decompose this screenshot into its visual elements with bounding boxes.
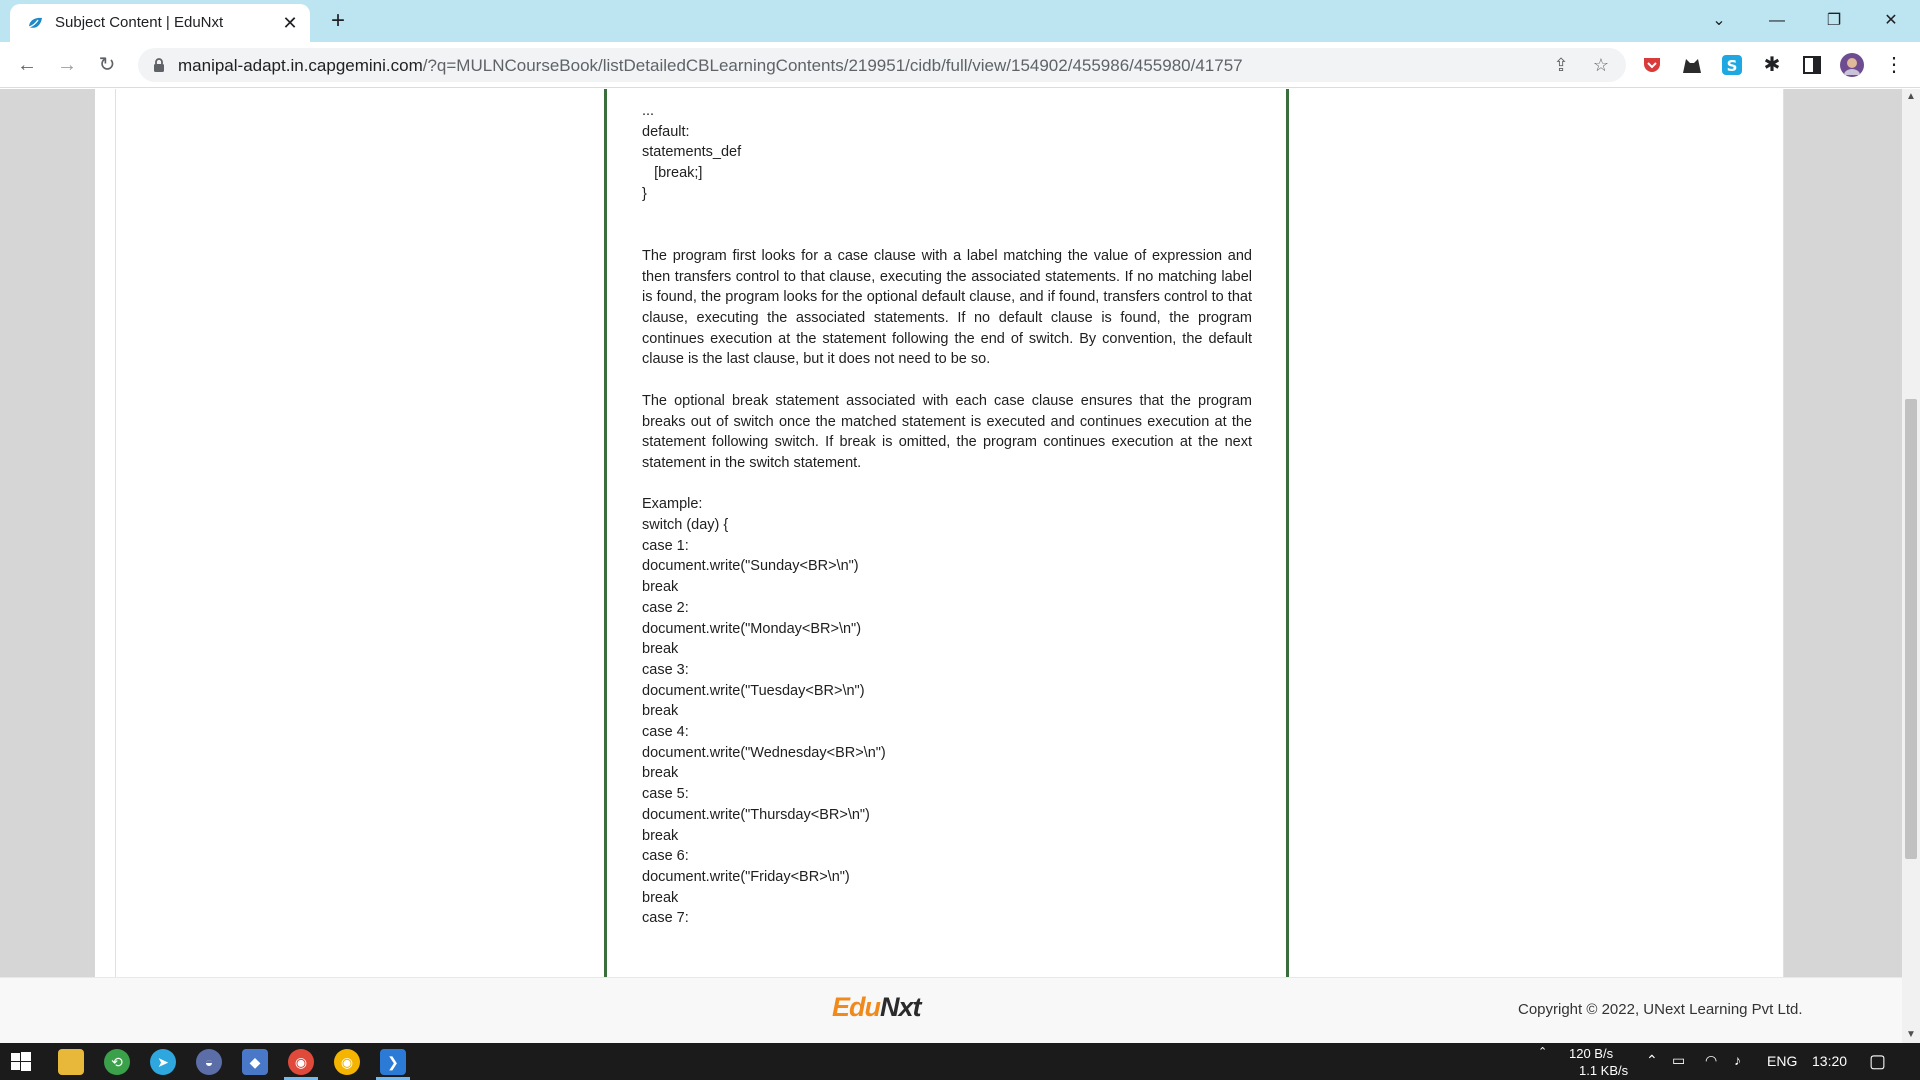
green-app-icon[interactable]: ⟲: [104, 1049, 130, 1075]
close-window-icon[interactable]: ✕: [1876, 6, 1906, 36]
windows-start-icon[interactable]: [8, 1049, 34, 1075]
pocket-extension-icon[interactable]: [1640, 53, 1664, 77]
example-code-line: switch (day) {: [642, 517, 729, 533]
windows-taskbar: ⟲ ➤ ◒ ◆ ◉ ◉ ❯ ⌃ 120 B/s 1.1 KB/s ⌃ ▭ ◠ ♪…: [0, 1043, 1920, 1080]
app-icon[interactable]: ◒: [196, 1049, 222, 1075]
vertical-scrollbar[interactable]: ▲ ▼: [1902, 89, 1920, 1043]
bookmark-star-icon[interactable]: ☆: [1590, 54, 1612, 76]
language-indicator[interactable]: ENG: [1767, 1053, 1797, 1069]
example-code-line: break: [642, 641, 679, 658]
example-code-line: document.write("Thursday<BR>\n"): [642, 806, 870, 823]
code-line: }: [642, 185, 647, 202]
edunxt-logo[interactable]: EduNxt: [832, 992, 922, 1023]
example-code-line: break: [642, 579, 679, 596]
copyright-text: Copyright © 2022, UNext Learning Pvt Ltd…: [1518, 1001, 1803, 1018]
extensions-puzzle-icon[interactable]: ✱: [1758, 51, 1786, 79]
back-icon[interactable]: ←: [13, 51, 41, 79]
forward-icon[interactable]: →: [53, 51, 81, 79]
example-code-line: case 7:: [642, 910, 689, 927]
example-code-line: break: [642, 889, 679, 906]
example-code-line: case 3:: [642, 661, 689, 678]
chrome-profile-icon[interactable]: ◉: [334, 1049, 360, 1075]
paragraph-1: The program first looks for a case claus…: [642, 247, 1252, 368]
tray-chevron-up-icon[interactable]: ⌃: [1538, 1045, 1547, 1058]
example-code-line: document.write("Monday<BR>\n"): [642, 620, 862, 637]
tab-strip: Subject Content | EduNxt ✕ + ⌄ — ❐ ✕: [0, 0, 1920, 42]
scroll-down-icon[interactable]: ▼: [1902, 1027, 1920, 1043]
example-code-line: document.write("Sunday<BR>\n"): [642, 558, 859, 575]
s-extension-icon[interactable]: S: [1720, 53, 1744, 77]
edunxt-favicon-icon: [28, 17, 42, 28]
example-code-block: switch (day) { case 1: document.write("Sun…: [642, 515, 1252, 929]
page-gutter-right: [1784, 89, 1902, 977]
example-code-line: case 2:: [642, 599, 689, 616]
show-hidden-icons[interactable]: ⌃: [1646, 1052, 1658, 1069]
card-inner: ... default: statements_def [break;]} The …: [115, 89, 1784, 977]
code-line: default:: [642, 123, 690, 140]
wifi-icon[interactable]: ◠: [1705, 1052, 1717, 1069]
code-block-top: ... default: statements_def [break;]}: [642, 101, 1252, 205]
3d-box-icon[interactable]: ◆: [242, 1049, 268, 1075]
side-panel-icon[interactable]: [1800, 53, 1824, 77]
reload-icon[interactable]: ↻: [93, 51, 121, 79]
file-explorer-icon[interactable]: [58, 1049, 84, 1075]
battery-icon[interactable]: ▭: [1672, 1052, 1685, 1069]
volume-icon[interactable]: ♪: [1734, 1052, 1741, 1068]
example-code-line: document.write("Wednesday<BR>\n"): [642, 744, 886, 761]
telegram-icon[interactable]: ➤: [150, 1049, 176, 1075]
share-icon[interactable]: ⇪: [1550, 54, 1572, 76]
scroll-up-icon[interactable]: ▲: [1902, 89, 1920, 105]
code-line: statements_def: [642, 144, 742, 161]
reading-column: ... default: statements_def [break;]} The …: [604, 89, 1289, 977]
clock[interactable]: 13:20: [1812, 1053, 1847, 1069]
chrome-icon[interactable]: ◉: [288, 1049, 314, 1075]
scrollbar-thumb[interactable]: [1905, 399, 1917, 859]
browser-toolbar: ← → ↻ manipal-adapt.in.capgemini.com/?q=…: [0, 42, 1920, 88]
paragraph-2: The optional break statement associated …: [642, 392, 1252, 471]
example-code-line: break: [642, 703, 679, 720]
content-card: ... default: statements_def [break;]} The …: [95, 89, 1784, 977]
lesson-content: ... default: statements_def [break;]} The …: [642, 101, 1252, 929]
page-gutter-left: [0, 89, 95, 977]
example-code-line: case 6:: [642, 848, 689, 865]
restore-icon[interactable]: ❐: [1819, 6, 1849, 36]
code-line: [break;]: [642, 165, 703, 182]
minimize-icon[interactable]: —: [1762, 6, 1792, 36]
vscode-icon[interactable]: ❯: [380, 1049, 406, 1075]
tab-title: Subject Content | EduNxt: [55, 14, 224, 31]
example-code-line: document.write("Friday<BR>\n"): [642, 868, 850, 885]
example-code-line: document.write("Tuesday<BR>\n"): [642, 682, 865, 699]
cat-extension-icon[interactable]: [1680, 53, 1704, 77]
net-upload-speed: 120 B/s: [1569, 1046, 1614, 1061]
close-tab-icon[interactable]: ✕: [280, 13, 300, 33]
net-download-speed: 1.1 KB/s: [1579, 1063, 1629, 1078]
example-code-line: break: [642, 765, 679, 782]
lock-icon: [154, 58, 164, 72]
example-code-line: break: [642, 827, 679, 844]
svg-text:S: S: [1727, 57, 1738, 75]
tab-search-chevron-icon[interactable]: ⌄: [1704, 6, 1734, 36]
profile-avatar[interactable]: [1840, 53, 1864, 77]
page-viewport: ... default: statements_def [break;]} The …: [0, 89, 1902, 1043]
page-footer: EduNxt Copyright © 2022, UNext Learning …: [0, 977, 1902, 1043]
url-text: manipal-adapt.in.capgemini.com/?q=MULNCo…: [178, 56, 1243, 75]
code-line: ...: [642, 103, 655, 119]
menu-kebab-icon[interactable]: ⋮: [1880, 51, 1908, 79]
example-code-line: case 4:: [642, 724, 689, 741]
browser-tab[interactable]: Subject Content | EduNxt ✕: [10, 4, 310, 42]
example-code-line: case 1:: [642, 537, 689, 554]
notifications-icon[interactable]: ▢: [1869, 1051, 1886, 1072]
example-label: Example:: [642, 496, 703, 513]
new-tab-icon[interactable]: +: [326, 9, 350, 33]
example-code-line: case 5:: [642, 786, 689, 803]
address-bar[interactable]: manipal-adapt.in.capgemini.com/?q=MULNCo…: [138, 48, 1626, 82]
